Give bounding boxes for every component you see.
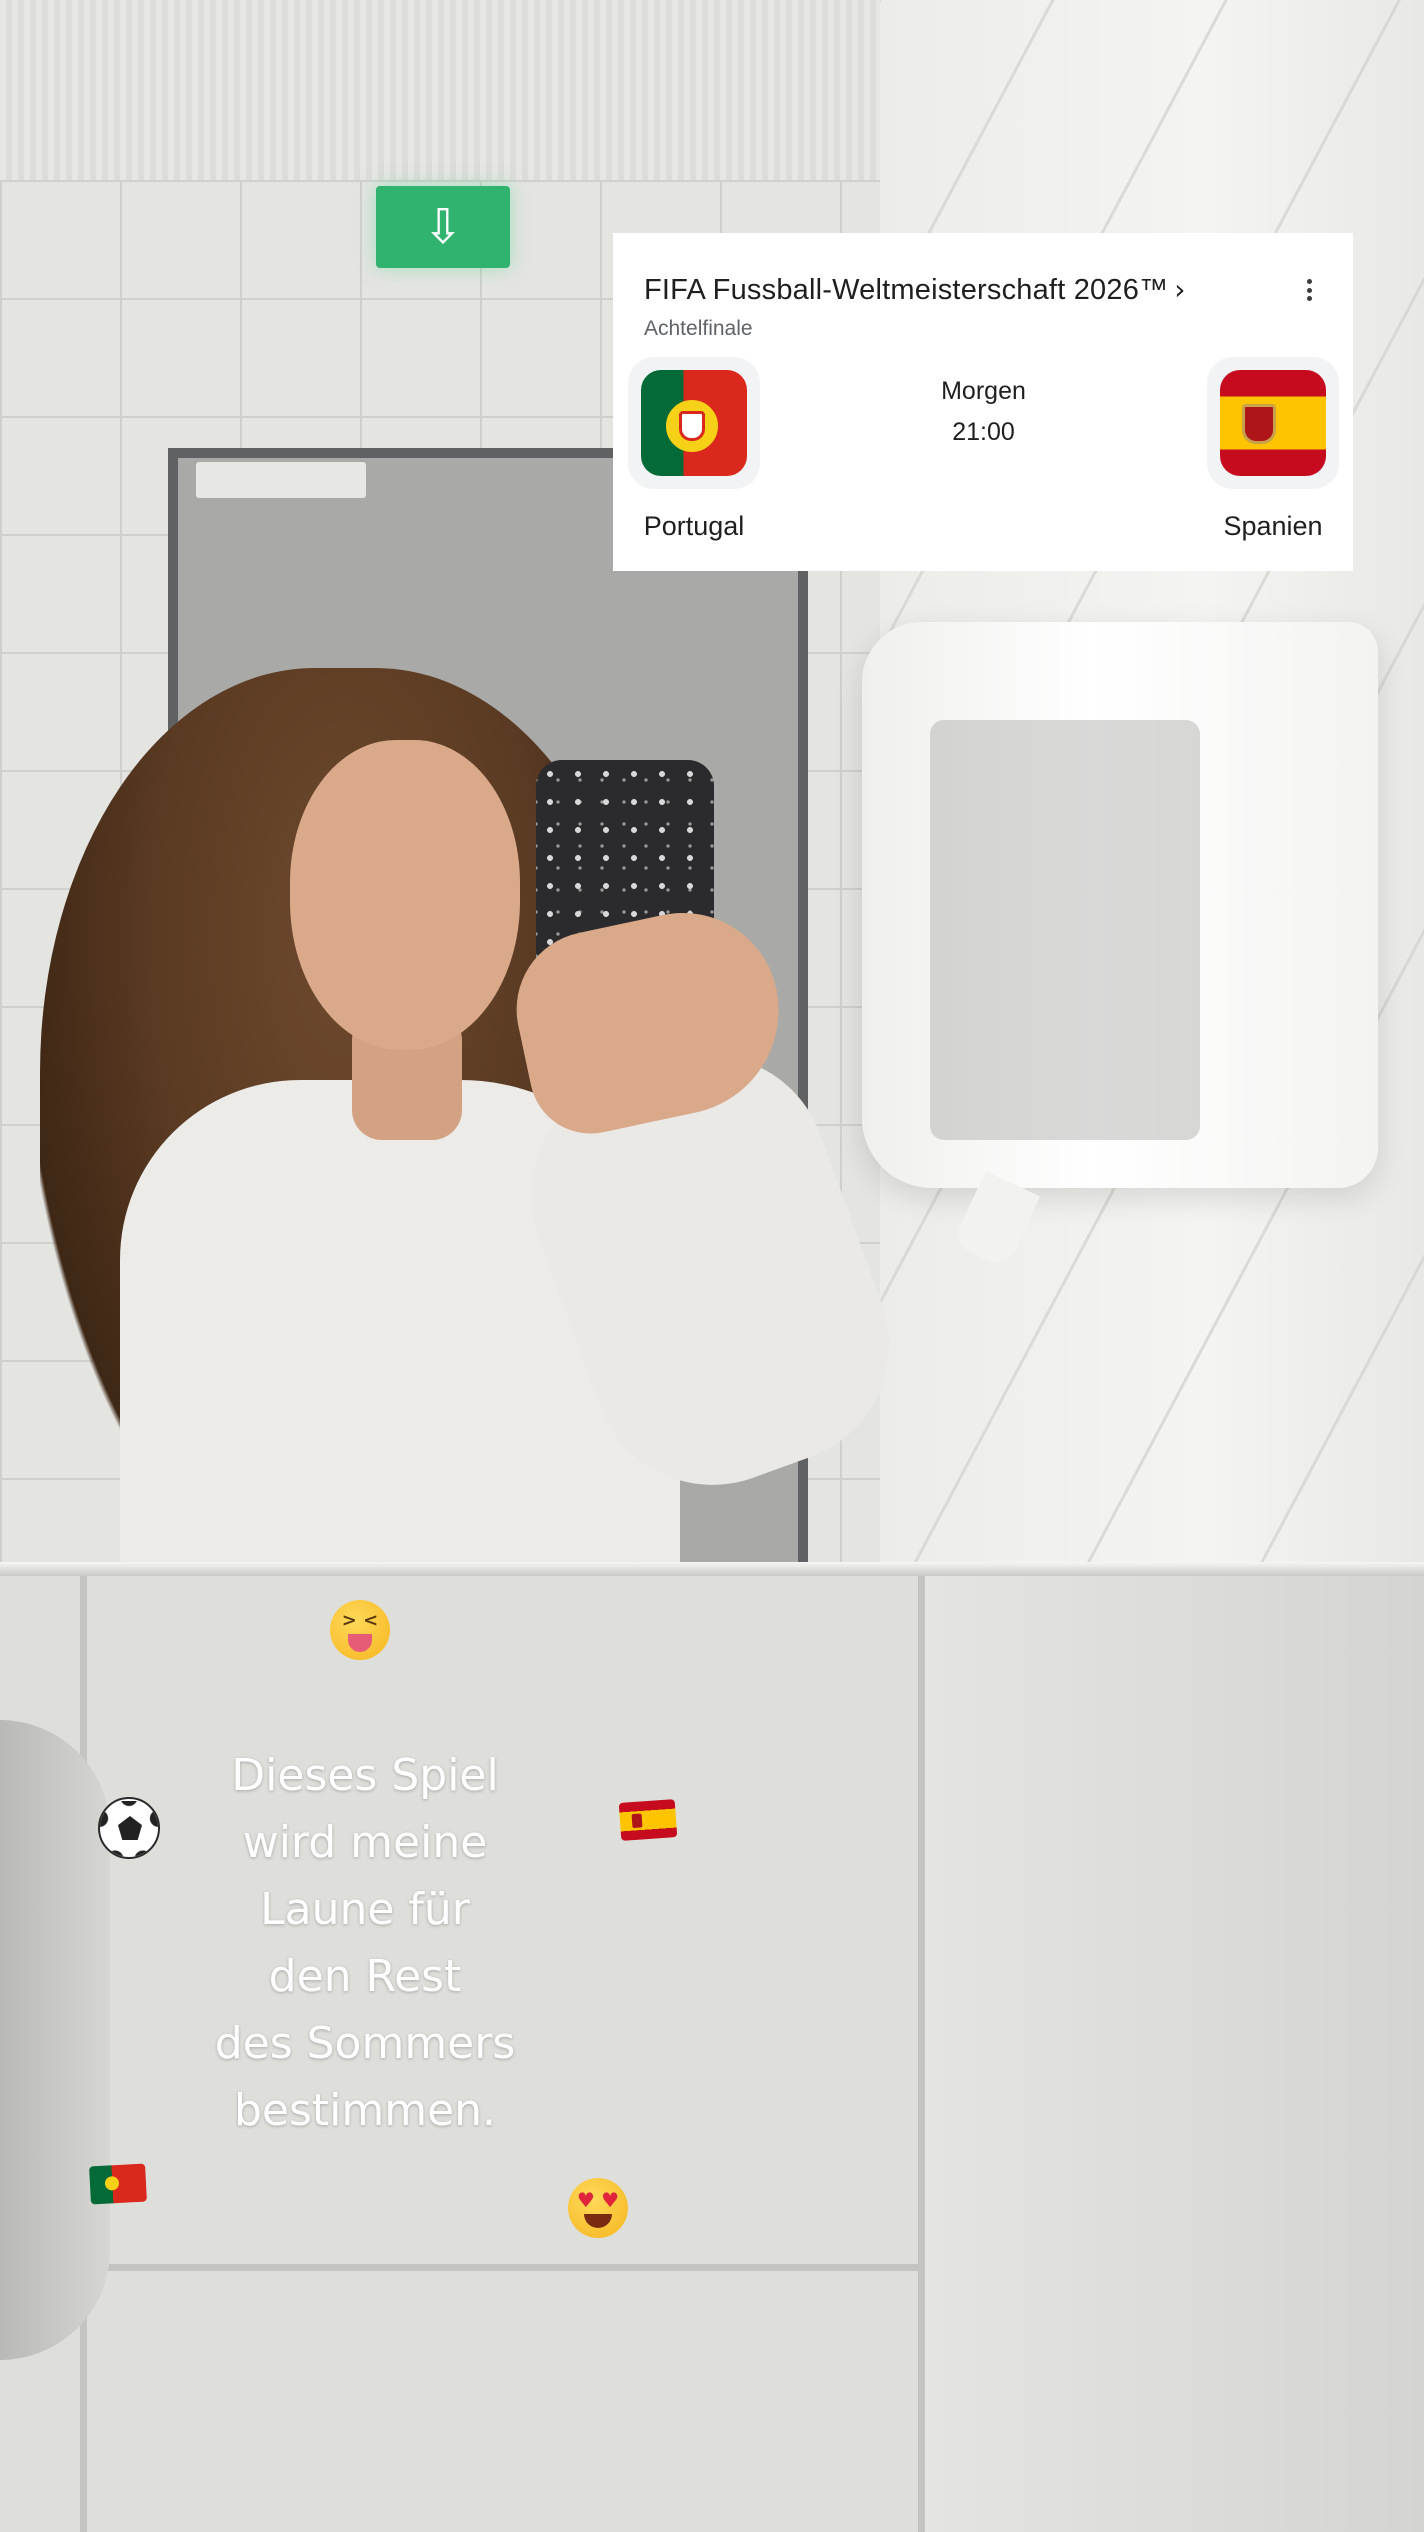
person-face	[290, 740, 520, 1050]
dispenser-window	[930, 720, 1200, 1140]
match-stage: Achtelfinale	[644, 317, 753, 340]
story-caption: Dieses Spiel wird meine Laune für den Re…	[160, 1742, 570, 2144]
away-team-name: Spanien	[1223, 511, 1323, 541]
chevron-right-icon: ›	[1174, 273, 1186, 306]
soccer-ball-icon	[98, 1797, 160, 1859]
squinting-tongue-emoji-icon	[330, 1600, 390, 1660]
caption-line: den Rest	[268, 1951, 462, 2002]
door-closer	[196, 462, 366, 498]
caption-line: wird meine	[242, 1817, 488, 1868]
caption-line: bestimmen.	[233, 2085, 497, 2136]
portugal-flag-sticker-icon	[89, 2163, 147, 2205]
away-team-flag-container	[1207, 357, 1339, 489]
exit-sign-icon: ⇩	[376, 186, 510, 268]
mirror-edge	[0, 1562, 1424, 1576]
tournament-title: FIFA Fussball-Weltmeisterschaft 2026™	[644, 274, 1169, 306]
caption-line: Dieses Spiel	[231, 1750, 499, 1801]
heart-eyes-emoji-icon	[568, 2178, 628, 2238]
away-team[interactable]: Spanien	[1203, 357, 1343, 542]
match-teams-row: Portugal Morgen 21:00 Spanien	[628, 357, 1339, 567]
caption-line: Laune für	[260, 1884, 470, 1935]
match-event-card[interactable]: FIFA Fussball-Weltmeisterschaft 2026™ › A…	[613, 233, 1353, 571]
caption-line: des Sommers	[214, 2018, 516, 2069]
tournament-link[interactable]: FIFA Fussball-Weltmeisterschaft 2026™ ›	[644, 273, 1185, 307]
spain-flag-sticker-icon	[618, 1799, 678, 1841]
card-header: FIFA Fussball-Weltmeisterschaft 2026™ ›	[644, 273, 1323, 307]
story-canvas: ⇩ FIFA Fussball-Weltmeisterschaft 2026™ ›…	[0, 0, 1424, 2532]
spain-flag-icon	[1220, 370, 1326, 476]
lower-left-shadow	[0, 1720, 110, 2360]
home-team-name: Portugal	[643, 511, 745, 541]
lower-wall-right	[918, 1576, 1424, 2532]
more-vertical-icon[interactable]	[1299, 275, 1319, 305]
